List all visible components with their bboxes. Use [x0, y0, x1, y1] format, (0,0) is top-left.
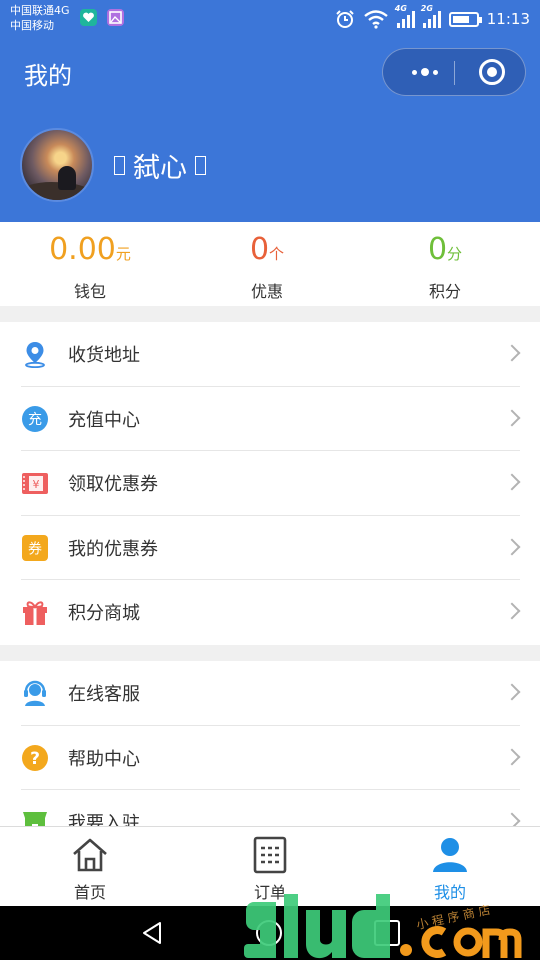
site-watermark-logo: 小 程 序 商 店: [244, 894, 522, 959]
wallet-value: 0.00: [49, 232, 116, 267]
shop-icon: [21, 808, 49, 826]
capsule-divider: [454, 61, 455, 85]
help-icon: ?: [21, 744, 49, 772]
page-title: 我的: [24, 62, 72, 90]
stat-wallet[interactable]: 0.00元 钱包: [0, 230, 180, 302]
menu-item-points-mall[interactable]: 积分商城: [0, 580, 540, 645]
carrier-info: 中国联通4G 中国移动: [10, 3, 70, 33]
menu-item-my-coupons[interactable]: 券 我的优惠券: [0, 516, 540, 580]
signal-4g-icon: 4G: [395, 4, 415, 28]
chevron-right-icon: [503, 409, 521, 426]
coupon-icon-glyph: ¥: [33, 478, 40, 491]
menu-label-join-merchant: 我要入驻: [68, 813, 140, 826]
chevron-right-icon: [503, 538, 521, 555]
chevron-right-icon: [503, 683, 521, 701]
alarm-icon: [336, 10, 354, 28]
order-list-icon: [250, 835, 290, 875]
nickname-glyph-right: [195, 156, 206, 175]
menu-item-address[interactable]: 收货地址: [0, 322, 540, 387]
menu-label-get-coupons: 领取优惠券: [68, 474, 158, 496]
menu-item-customer-service[interactable]: 在线客服: [0, 661, 540, 726]
home-icon: [70, 835, 110, 875]
my-coupon-icon-glyph: 券: [28, 541, 42, 557]
coupons-unit: 个: [269, 245, 285, 263]
nickname-glyph-left: [114, 156, 125, 175]
menu-group-service: 在线客服 ? 帮助中心 我要入驻: [0, 661, 540, 826]
coupon-ticket-icon: ¥: [21, 469, 49, 497]
avatar[interactable]: [20, 128, 94, 202]
chevron-right-icon: [503, 812, 521, 826]
location-pin-icon: [21, 340, 49, 369]
tab-home[interactable]: 首页: [0, 835, 180, 903]
coupons-value: 0: [249, 232, 270, 267]
menu-label-help-center: 帮助中心: [68, 748, 140, 770]
help-icon-glyph: ?: [30, 749, 40, 769]
my-coupon-icon: 券: [21, 534, 49, 562]
menu-item-join-merchant[interactable]: 我要入驻: [0, 790, 540, 826]
user-icon: [430, 835, 470, 875]
user-nickname: 弑心: [114, 146, 206, 185]
battery-icon: [448, 11, 482, 27]
back-icon[interactable]: [140, 920, 166, 946]
menu-group-account: 收货地址 充 充值中心 ¥ 领取优惠券 券 我的优惠券 积分商城: [0, 322, 540, 645]
miniprogram-capsule: [382, 48, 526, 96]
menu-label-recharge: 充值中心: [68, 409, 140, 431]
menu-label-address: 收货地址: [68, 345, 140, 367]
recharge-icon: 充: [21, 405, 49, 433]
wifi-icon: [364, 10, 388, 29]
stat-coupons[interactable]: 0个 优惠: [177, 230, 357, 302]
close-miniprogram-button[interactable]: [479, 59, 505, 85]
chevron-right-icon: [503, 473, 521, 491]
clock: 11:13: [486, 10, 530, 28]
chevron-right-icon: [503, 344, 521, 362]
tab-label-home: 首页: [73, 883, 106, 902]
svg-text:小 程 序 商 店: 小 程 序 商 店: [415, 902, 492, 932]
status-icons: 4G 2G 11:13: [335, 4, 530, 32]
carrier-2: 中国移动: [10, 19, 54, 32]
carrier-1: 中国联通4G: [10, 4, 70, 17]
health-app-icon: [80, 9, 97, 26]
net-2g-label: 2G: [420, 4, 433, 13]
menu-item-get-coupons[interactable]: ¥ 领取优惠券: [0, 451, 540, 516]
signal-2g-icon: 2G: [421, 4, 441, 28]
net-4g-label: 4G: [394, 4, 407, 13]
points-value: 0: [427, 232, 448, 267]
menu-label-my-coupons: 我的优惠券: [68, 538, 158, 560]
chevron-right-icon: [503, 602, 521, 620]
nickname-text: 弑心: [133, 153, 187, 184]
status-bar: 中国联通4G 中国移动 4G 2G 11:13: [0, 0, 540, 38]
account-stats: 0.00元 钱包 0个 优惠 0分 积分: [0, 222, 540, 306]
points-label: 积分: [428, 282, 461, 301]
coupons-label: 优惠: [250, 282, 283, 301]
customer-service-icon: [21, 679, 49, 707]
menu-label-customer-service: 在线客服: [68, 684, 140, 706]
gift-icon: [21, 598, 49, 626]
menu-item-recharge[interactable]: 充 充值中心: [0, 387, 540, 451]
more-options-button[interactable]: [397, 49, 453, 95]
points-unit: 分: [447, 245, 463, 263]
profile-header: 我的 弑心: [0, 38, 540, 222]
wallet-unit: 元: [115, 245, 131, 263]
wallet-label: 钱包: [73, 282, 106, 301]
gallery-app-icon: [107, 9, 124, 26]
recharge-icon-glyph: 充: [28, 412, 42, 428]
menu-label-points-mall: 积分商城: [68, 603, 140, 625]
menu-item-help-center[interactable]: ? 帮助中心: [0, 726, 540, 790]
stat-points[interactable]: 0分 积分: [355, 230, 535, 302]
chevron-right-icon: [503, 748, 521, 765]
